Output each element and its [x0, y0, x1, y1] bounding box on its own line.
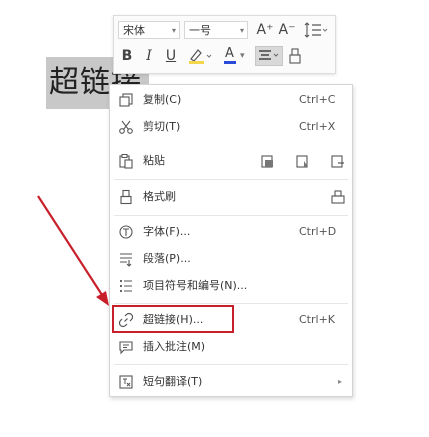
- annotation-arrow-icon: [37, 195, 109, 306]
